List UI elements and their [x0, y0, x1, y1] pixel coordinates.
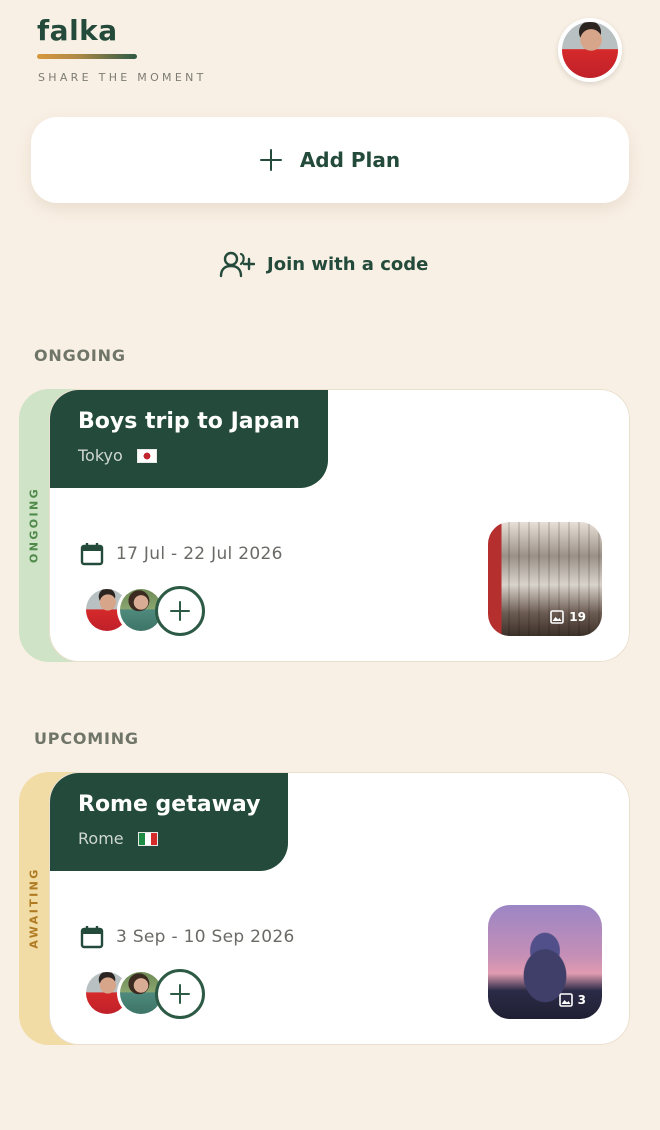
profile-avatar[interactable]	[558, 18, 622, 82]
plan-title-box: Boys trip to Japan Tokyo	[50, 390, 328, 488]
add-member-button[interactable]	[155, 969, 205, 1019]
plan-card-japan[interactable]: ONGOING Boys trip to Japan Tokyo 17 Jul …	[19, 389, 630, 662]
photo-count: 19	[569, 610, 586, 624]
plan-dates: 3 Sep - 10 Sep 2026	[116, 927, 295, 947]
plan-card-rome[interactable]: AWAITING Rome getaway Rome 3 Sep - 10 Se…	[19, 772, 630, 1045]
plan-title: Rome getaway	[78, 792, 261, 817]
plus-icon	[170, 601, 190, 621]
join-with-code-label: Join with a code	[267, 253, 429, 275]
app-tagline: SHARE THE MOMENT	[38, 71, 207, 84]
section-heading-ongoing: ONGOING	[34, 346, 126, 365]
plan-title: Boys trip to Japan	[78, 409, 300, 434]
add-plan-label: Add Plan	[299, 148, 401, 172]
plan-date-row: 17 Jul - 22 Jul 2026	[80, 542, 283, 566]
plan-location-name: Rome	[78, 829, 124, 848]
image-icon	[558, 993, 573, 1007]
app-logo: falka	[37, 14, 118, 47]
calendar-icon	[80, 926, 104, 949]
image-icon	[550, 610, 565, 624]
plus-icon	[170, 984, 190, 1004]
plan-location: Rome	[78, 829, 260, 848]
plan-dates: 17 Jul - 22 Jul 2026	[116, 544, 283, 564]
add-member-button[interactable]	[155, 586, 205, 636]
plus-icon	[259, 149, 282, 171]
plan-location-name: Tokyo	[78, 446, 123, 465]
section-heading-upcoming: UPCOMING	[34, 729, 139, 748]
photo-count: 3	[577, 993, 586, 1007]
add-user-icon	[219, 251, 255, 278]
italy-flag-icon	[137, 831, 158, 846]
status-label: ONGOING	[27, 486, 41, 564]
plan-card-body: Boys trip to Japan Tokyo 17 Jul - 22 Jul…	[49, 389, 630, 662]
status-label: AWAITING	[27, 867, 41, 949]
calendar-icon	[80, 543, 104, 566]
plan-location: Tokyo	[78, 446, 300, 465]
logo-underline	[37, 54, 137, 59]
plan-title-box: Rome getaway Rome	[50, 773, 289, 871]
plan-date-row: 3 Sep - 10 Sep 2026	[80, 925, 295, 949]
app-header: falka SHARE THE MOMENT	[0, 0, 660, 100]
join-with-code-button[interactable]: Join with a code	[219, 247, 428, 281]
photo-count-badge: 3	[558, 993, 586, 1007]
photo-count-badge: 19	[550, 610, 586, 624]
japan-flag-icon	[136, 448, 157, 463]
plan-cover-photo[interactable]: 3	[488, 905, 602, 1019]
plan-cover-photo[interactable]: 19	[488, 522, 602, 636]
plan-card-body: Rome getaway Rome 3 Sep - 10 Sep 2026 3	[49, 772, 630, 1045]
add-plan-button[interactable]: Add Plan	[31, 117, 629, 203]
profile-photo	[562, 22, 618, 78]
